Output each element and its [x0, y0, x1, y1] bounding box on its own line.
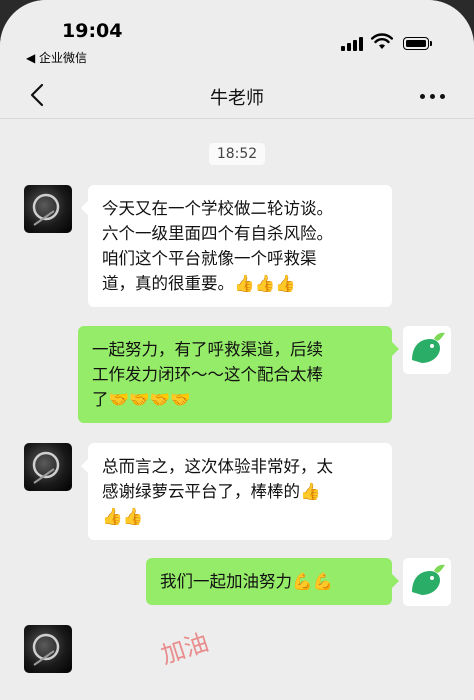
phone-screen: 19:04 ◀ 企业微信 牛老师 18:52 今天又在一个学校做二轮访谈。 六个…: [0, 0, 474, 700]
status-time: 19:04: [62, 20, 123, 42]
message-line: 道，真的很重要。👍👍👍: [102, 274, 296, 293]
chat-title: 牛老师: [210, 88, 264, 109]
wifi-icon: [371, 33, 393, 49]
message-line: 感谢绿萝云平台了，棒棒的👍: [102, 482, 321, 501]
battery-icon: [403, 37, 432, 50]
message-bubble[interactable]: 今天又在一个学校做二轮访谈。 六个一级里面四个有自杀风险。 咱们这个平台就像一个…: [81, 185, 392, 307]
message-bubble[interactable]: 总而言之，这次体验非常好，太 感谢绿萝云平台了，棒棒的👍 👍👍: [81, 443, 392, 540]
message-list: 18:52 今天又在一个学校做二轮访谈。 六个一级里面四个有自杀风险。 咱们这个…: [0, 119, 474, 679]
message-line: 我们一起加油努力💪💪: [160, 572, 334, 591]
more-options-icon[interactable]: [418, 82, 448, 108]
status-bar: 19:04 ◀ 企业微信: [0, 0, 474, 72]
message-line: 一起努力，有了呼救渠道，后续: [92, 340, 323, 359]
my-avatar[interactable]: [403, 558, 451, 606]
message-line: 工作发力闭环～～这个配合太棒: [92, 365, 323, 384]
my-avatar[interactable]: [403, 326, 451, 374]
message-line: 👍👍: [102, 507, 144, 526]
contact-avatar[interactable]: [24, 625, 72, 673]
message-line: 了🤝🤝🤝🤝: [92, 390, 191, 409]
message-line: 总而言之，这次体验非常好，太: [102, 457, 333, 476]
cellular-signal-icon: [341, 37, 363, 51]
message-timestamp: 18:52: [0, 143, 474, 165]
handwritten-watermark: 加油: [157, 628, 212, 670]
message-line: 今天又在一个学校做二轮访谈。: [102, 199, 333, 218]
green-bird-icon: [412, 564, 445, 595]
dark-circle-avatar-icon: [32, 451, 60, 484]
dark-circle-avatar-icon: [32, 633, 60, 666]
contact-avatar[interactable]: [24, 185, 72, 233]
green-bird-icon: [412, 332, 445, 363]
message-bubble[interactable]: 我们一起加油努力💪💪: [146, 558, 399, 605]
contact-avatar[interactable]: [24, 443, 72, 491]
message-line: 六个一级里面四个有自杀风险。: [102, 224, 333, 243]
message-bubble[interactable]: 一起努力，有了呼救渠道，后续 工作发力闭环～～这个配合太棒 了🤝🤝🤝🤝: [78, 326, 399, 423]
back-to-app-link[interactable]: ◀ 企业微信: [26, 49, 87, 66]
chat-header: 牛老师: [0, 72, 474, 119]
message-line: 咱们这个平台就像一个呼救渠: [102, 249, 317, 268]
dark-circle-avatar-icon: [32, 193, 60, 226]
